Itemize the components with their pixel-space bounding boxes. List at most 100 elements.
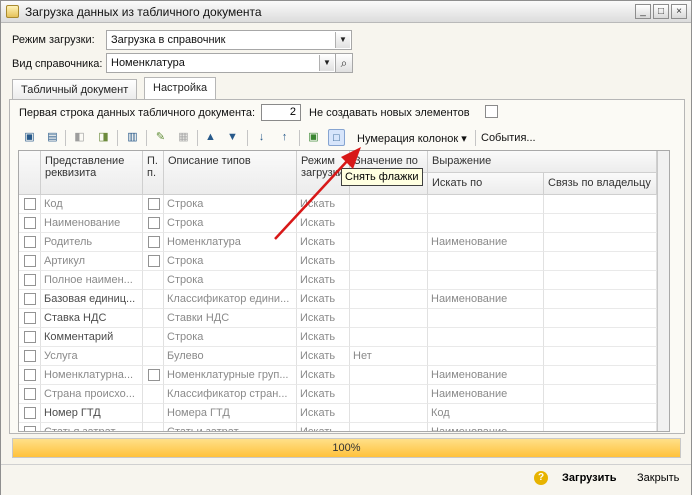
search-cell[interactable] — [428, 195, 544, 214]
type-cell[interactable]: Номенклатурные груп... — [164, 366, 297, 385]
search-cell[interactable]: Наименование — [428, 233, 544, 252]
search-cell[interactable] — [428, 328, 544, 347]
p-cell[interactable] — [143, 328, 164, 347]
p-checkbox[interactable] — [148, 198, 160, 210]
owner-link-cell[interactable] — [544, 233, 657, 252]
chevron-down-icon[interactable]: ▼ — [335, 32, 350, 48]
column-header-p[interactable]: П. п. — [143, 151, 164, 195]
up-arrow-icon[interactable]: ▲ — [202, 129, 219, 146]
search-cell[interactable] — [428, 309, 544, 328]
p-cell[interactable] — [143, 290, 164, 309]
mode-cell[interactable]: Искать — [297, 423, 350, 431]
value-cell[interactable] — [350, 309, 428, 328]
close-icon[interactable]: × — [671, 4, 687, 19]
mode-cell[interactable]: Искать — [297, 385, 350, 404]
attribute-cell[interactable]: Услуга — [41, 347, 143, 366]
mode-cell[interactable]: Искать — [297, 233, 350, 252]
row-checkbox[interactable] — [24, 350, 36, 362]
mode-cell[interactable]: Искать — [297, 366, 350, 385]
row-checkbox[interactable] — [24, 198, 36, 210]
value-cell[interactable] — [350, 271, 428, 290]
attribute-cell[interactable]: Артикул — [41, 252, 143, 271]
value-cell[interactable] — [350, 195, 428, 214]
open-file-icon[interactable]: ▣ — [21, 129, 38, 146]
type-cell[interactable]: Строка — [164, 271, 297, 290]
settings-icon[interactable]: ▥ — [124, 129, 141, 146]
search-cell[interactable]: Наименование — [428, 385, 544, 404]
value-cell[interactable] — [350, 423, 428, 431]
value-cell[interactable]: Нет — [350, 347, 428, 366]
attribute-cell[interactable]: Базовая единиц... — [41, 290, 143, 309]
attribute-cell[interactable]: Комментарий — [41, 328, 143, 347]
row-checkbox[interactable] — [24, 255, 36, 267]
chevron-down-icon[interactable]: ▼ — [319, 55, 334, 71]
type-cell[interactable]: Строка — [164, 195, 297, 214]
close-button[interactable]: Закрыть — [637, 472, 679, 484]
search-cell[interactable]: Код — [428, 404, 544, 423]
value-cell[interactable] — [350, 233, 428, 252]
type-cell[interactable]: Строка — [164, 328, 297, 347]
move-left-icon[interactable]: ◧ — [71, 129, 88, 146]
p-checkbox[interactable] — [148, 217, 160, 229]
tab-table-document[interactable]: Табличный документ — [12, 79, 138, 99]
row-checkbox[interactable] — [24, 217, 36, 229]
attribute-cell[interactable]: Родитель — [41, 233, 143, 252]
row-checkbox[interactable] — [24, 293, 36, 305]
value-cell[interactable] — [350, 290, 428, 309]
row-checkbox[interactable] — [24, 236, 36, 248]
no-new-checkbox[interactable] — [485, 105, 498, 118]
mode-cell[interactable]: Искать — [297, 347, 350, 366]
type-cell[interactable]: Строка — [164, 252, 297, 271]
column-header-search-by[interactable]: Искать по — [428, 173, 544, 195]
p-checkbox[interactable] — [148, 236, 160, 248]
owner-link-cell[interactable] — [544, 195, 657, 214]
row-checkbox[interactable] — [24, 331, 36, 343]
owner-link-cell[interactable] — [544, 309, 657, 328]
owner-link-cell[interactable] — [544, 252, 657, 271]
row-checkbox[interactable] — [24, 426, 36, 431]
mode-cell[interactable]: Искать — [297, 290, 350, 309]
type-cell[interactable]: Булево — [164, 347, 297, 366]
move-right-icon[interactable]: ◨ — [95, 129, 112, 146]
search-cell[interactable]: Наименование — [428, 290, 544, 309]
numbering-button[interactable]: Нумерация колонок ▾ — [357, 132, 467, 145]
help-icon[interactable]: ? — [534, 471, 548, 485]
p-cell[interactable] — [143, 271, 164, 290]
save-icon[interactable]: ▤ — [44, 129, 61, 146]
column-header-attribute[interactable]: Представление реквизита — [41, 151, 143, 195]
search-cell[interactable] — [428, 347, 544, 366]
p-checkbox[interactable] — [148, 369, 160, 381]
owner-link-cell[interactable] — [544, 290, 657, 309]
type-cell[interactable]: Ставки НДС — [164, 309, 297, 328]
first-row-field[interactable]: 2 — [261, 104, 301, 121]
owner-link-cell[interactable] — [544, 423, 657, 431]
search-cell[interactable] — [428, 214, 544, 233]
type-cell[interactable]: Строка — [164, 214, 297, 233]
owner-link-cell[interactable] — [544, 366, 657, 385]
value-cell[interactable] — [350, 366, 428, 385]
p-cell[interactable] — [143, 423, 164, 431]
search-icon[interactable]: ⌕ — [335, 53, 353, 73]
mode-cell[interactable]: Искать — [297, 252, 350, 271]
owner-link-cell[interactable] — [544, 271, 657, 290]
owner-link-cell[interactable] — [544, 385, 657, 404]
type-cell[interactable]: Номера ГТД — [164, 404, 297, 423]
column-header-types[interactable]: Описание типов — [164, 151, 297, 195]
value-cell[interactable] — [350, 385, 428, 404]
attribute-cell[interactable]: Номер ГТД — [41, 404, 143, 423]
value-cell[interactable] — [350, 214, 428, 233]
mode-cell[interactable]: Искать — [297, 309, 350, 328]
p-checkbox[interactable] — [148, 255, 160, 267]
type-cell[interactable]: Статьи затрат — [164, 423, 297, 431]
mode-cell[interactable]: Искать — [297, 214, 350, 233]
attribute-cell[interactable]: Статья затрат — [41, 423, 143, 431]
maximize-icon[interactable]: □ — [653, 4, 669, 19]
p-cell[interactable] — [143, 347, 164, 366]
attribute-cell[interactable]: Наименование — [41, 214, 143, 233]
type-cell[interactable]: Классификатор едини... — [164, 290, 297, 309]
attribute-cell[interactable]: Ставка НДС — [41, 309, 143, 328]
lock-icon[interactable]: ▦ — [175, 129, 192, 146]
tab-settings[interactable]: Настройка — [144, 77, 217, 100]
mode-cell[interactable]: Искать — [297, 404, 350, 423]
search-cell[interactable]: Наименование — [428, 366, 544, 385]
